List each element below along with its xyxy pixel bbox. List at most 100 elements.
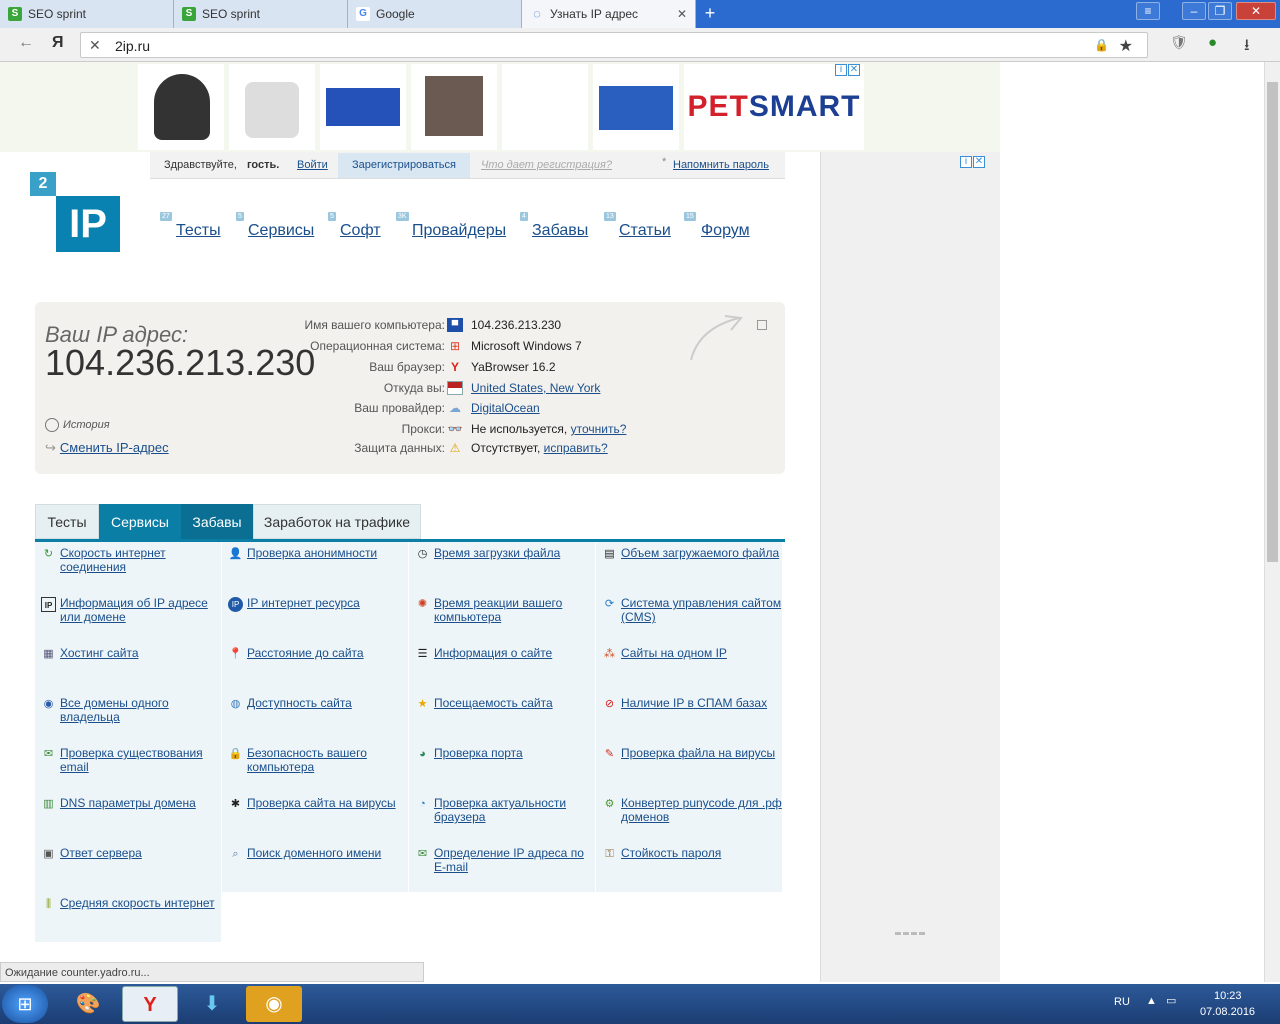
service-item[interactable]: ✺ Время реакции вашего компьютера bbox=[409, 592, 595, 642]
close-window-icon[interactable]: ✕ bbox=[1236, 2, 1276, 20]
service-item[interactable]: ⁂ Сайты на одном IP bbox=[596, 642, 782, 692]
service-item[interactable]: ⫼ Средняя скорость интернет bbox=[35, 892, 221, 942]
back-arrow-icon[interactable]: ← bbox=[18, 34, 34, 52]
location-link[interactable]: United States, New York bbox=[471, 381, 600, 395]
ad-product-image[interactable] bbox=[320, 64, 406, 150]
scrollbar-thumb[interactable] bbox=[1267, 82, 1278, 562]
nav-services[interactable]: Сервисы bbox=[248, 222, 314, 240]
nav-articles[interactable]: Статьи bbox=[619, 222, 671, 240]
ad-close-icon[interactable]: ✕ bbox=[973, 156, 985, 168]
nav-fun[interactable]: Забавы bbox=[532, 222, 588, 240]
ad-info-icon[interactable]: i bbox=[960, 156, 972, 168]
ad-banner[interactable]: PETSMART i ✕ bbox=[0, 62, 1000, 152]
why-register-link[interactable]: Что дает регистрация? bbox=[481, 159, 612, 171]
restore-icon[interactable]: ❐ bbox=[1208, 2, 1232, 20]
remind-password-link[interactable]: Напомнить пароль bbox=[673, 159, 769, 171]
service-item[interactable]: ▣ Ответ сервера bbox=[35, 842, 221, 892]
new-tab-button[interactable]: + bbox=[700, 4, 720, 24]
bookmark-star-icon[interactable]: ★ bbox=[1119, 36, 1133, 56]
service-item[interactable]: ★ Посещаемость сайта bbox=[409, 692, 595, 742]
tab-fun[interactable]: Забавы bbox=[181, 504, 253, 539]
tab-seo-sprint-2[interactable]: S SEO sprint bbox=[174, 0, 348, 28]
ad-product-image[interactable] bbox=[502, 64, 588, 150]
tab-tests[interactable]: Тесты bbox=[35, 504, 99, 539]
service-item[interactable]: IP Информация об IP адресе или домене bbox=[35, 592, 221, 642]
ad-badges[interactable]: i ✕ bbox=[959, 156, 985, 168]
url-text[interactable]: 2ip.ru bbox=[115, 38, 150, 54]
service-item[interactable]: 📍 Расстояние до сайта bbox=[222, 642, 408, 692]
provider-link[interactable]: DigitalOcean bbox=[471, 401, 540, 415]
language-indicator[interactable]: RU bbox=[1114, 996, 1130, 1008]
petsmart-logo[interactable]: PETSMART bbox=[684, 64, 864, 150]
download-manager-icon[interactable]: ⬇ bbox=[184, 986, 240, 1022]
clock-time[interactable]: 10:23 bbox=[1214, 990, 1242, 1002]
history-link[interactable]: История bbox=[45, 418, 110, 432]
menu-icon[interactable]: ≡ bbox=[1136, 2, 1160, 20]
site-logo[interactable]: IP bbox=[56, 196, 120, 252]
tab-traffic-earnings[interactable]: Заработок на трафике bbox=[253, 504, 421, 539]
proxy-clarify-link[interactable]: уточнить? bbox=[571, 422, 627, 436]
ad-info-icon[interactable]: i bbox=[835, 64, 847, 76]
service-item[interactable]: ↻ Скорость интернет соединения bbox=[35, 542, 221, 592]
service-item[interactable]: ⚿ Стойкость пароля bbox=[596, 842, 782, 892]
info-value-proxy: 👓 Не используется, уточнить? bbox=[447, 422, 627, 436]
service-item[interactable]: IP IP интернет ресурса bbox=[222, 592, 408, 642]
service-item[interactable]: ▥ DNS параметры домена bbox=[35, 792, 221, 842]
url-field[interactable]: ✕ 2ip.ru 🔒 ★ bbox=[80, 32, 1148, 58]
service-item[interactable]: ⊘ Наличие IP в СПАМ базах bbox=[596, 692, 782, 742]
register-button[interactable]: Зарегистрироваться bbox=[338, 153, 470, 178]
ad-product-image[interactable] bbox=[593, 64, 679, 150]
tab-seo-sprint-1[interactable]: S SEO sprint bbox=[0, 0, 174, 28]
paint-icon[interactable]: 🎨 bbox=[60, 986, 116, 1022]
service-item[interactable]: ✉ Проверка существования email bbox=[35, 742, 221, 792]
lock-icon[interactable]: 🔒 bbox=[1094, 38, 1109, 52]
ad-product-image[interactable] bbox=[229, 64, 315, 150]
service-item[interactable]: ✉ Определение IP адреса по E-mail bbox=[409, 842, 595, 892]
ad-badges[interactable]: i ✕ bbox=[834, 64, 860, 76]
service-item[interactable]: ▤ Объем загружаемого файла bbox=[596, 542, 782, 592]
start-button[interactable]: ⊞ bbox=[2, 985, 48, 1023]
service-item[interactable]: ◉ Все домены одного владельца bbox=[35, 692, 221, 742]
yandex-icon[interactable]: Я bbox=[52, 34, 64, 52]
service-item[interactable]: ✱ Проверка сайта на вирусы bbox=[222, 792, 408, 842]
nav-soft[interactable]: Софт bbox=[340, 222, 381, 240]
close-tab-icon[interactable]: ✕ bbox=[677, 7, 687, 21]
globe-icon[interactable]: ● bbox=[1208, 34, 1217, 51]
logo-badge[interactable]: 2 bbox=[30, 172, 56, 196]
service-item[interactable]: ⟳ Система управления сайтом (CMS) bbox=[596, 592, 782, 642]
minimize-icon[interactable]: – bbox=[1182, 2, 1206, 20]
collapse-toggle[interactable] bbox=[757, 320, 767, 330]
service-item[interactable]: 👤 Проверка анонимности bbox=[222, 542, 408, 592]
ad-close-icon[interactable]: ✕ bbox=[848, 64, 860, 76]
service-item[interactable]: ◔ Проверка актуальности браузера bbox=[409, 792, 595, 842]
network-icon[interactable]: ▭ bbox=[1166, 994, 1176, 1007]
service-item[interactable]: ◷ Время загрузки файла bbox=[409, 542, 595, 592]
tab-google[interactable]: G Google bbox=[348, 0, 522, 28]
login-link[interactable]: Войти bbox=[297, 159, 328, 171]
nav-forum[interactable]: Форум bbox=[701, 222, 750, 240]
clock-date[interactable]: 07.08.2016 bbox=[1200, 1006, 1255, 1018]
downloads-icon[interactable]: ⭳ bbox=[1244, 34, 1250, 61]
service-item[interactable]: ◍ Доступность сайта bbox=[222, 692, 408, 742]
tab-services[interactable]: Сервисы bbox=[99, 504, 181, 539]
ad-product-image[interactable] bbox=[138, 64, 224, 150]
service-item[interactable]: ☰ Информация о сайте bbox=[409, 642, 595, 692]
protection-fix-link[interactable]: исправить? bbox=[544, 441, 608, 455]
nav-providers[interactable]: Провайдеры bbox=[412, 222, 506, 240]
yandex-browser-taskbar-icon[interactable]: Y bbox=[122, 986, 178, 1022]
service-item[interactable]: 🔒 Безопасность вашего компьютера bbox=[222, 742, 408, 792]
tray-expand-icon[interactable]: ▲ bbox=[1146, 995, 1157, 1007]
protect-shield-icon[interactable]: 🛡 bbox=[1170, 34, 1188, 51]
service-item[interactable]: ✎ Проверка файла на вирусы bbox=[596, 742, 782, 792]
ad-product-image[interactable] bbox=[411, 64, 497, 150]
tab-2ip-active[interactable]: ◌ Узнать IP адрес ✕ bbox=[522, 0, 696, 28]
service-item[interactable]: ⌕ Поиск доменного имени bbox=[222, 842, 408, 892]
change-ip-link[interactable]: ↪ Сменить IP-адрес bbox=[45, 440, 169, 456]
nav-tests[interactable]: Тесты bbox=[176, 222, 221, 240]
scrollbar[interactable] bbox=[1264, 62, 1280, 982]
stop-loading-icon[interactable]: ✕ bbox=[89, 37, 101, 54]
service-item[interactable]: ▦ Хостинг сайта bbox=[35, 642, 221, 692]
service-item[interactable]: ⚙ Конвертер punycode для .рф доменов bbox=[596, 792, 782, 842]
service-item[interactable]: ◕ Проверка порта bbox=[409, 742, 595, 792]
origin-icon[interactable]: ◉ bbox=[246, 986, 302, 1022]
